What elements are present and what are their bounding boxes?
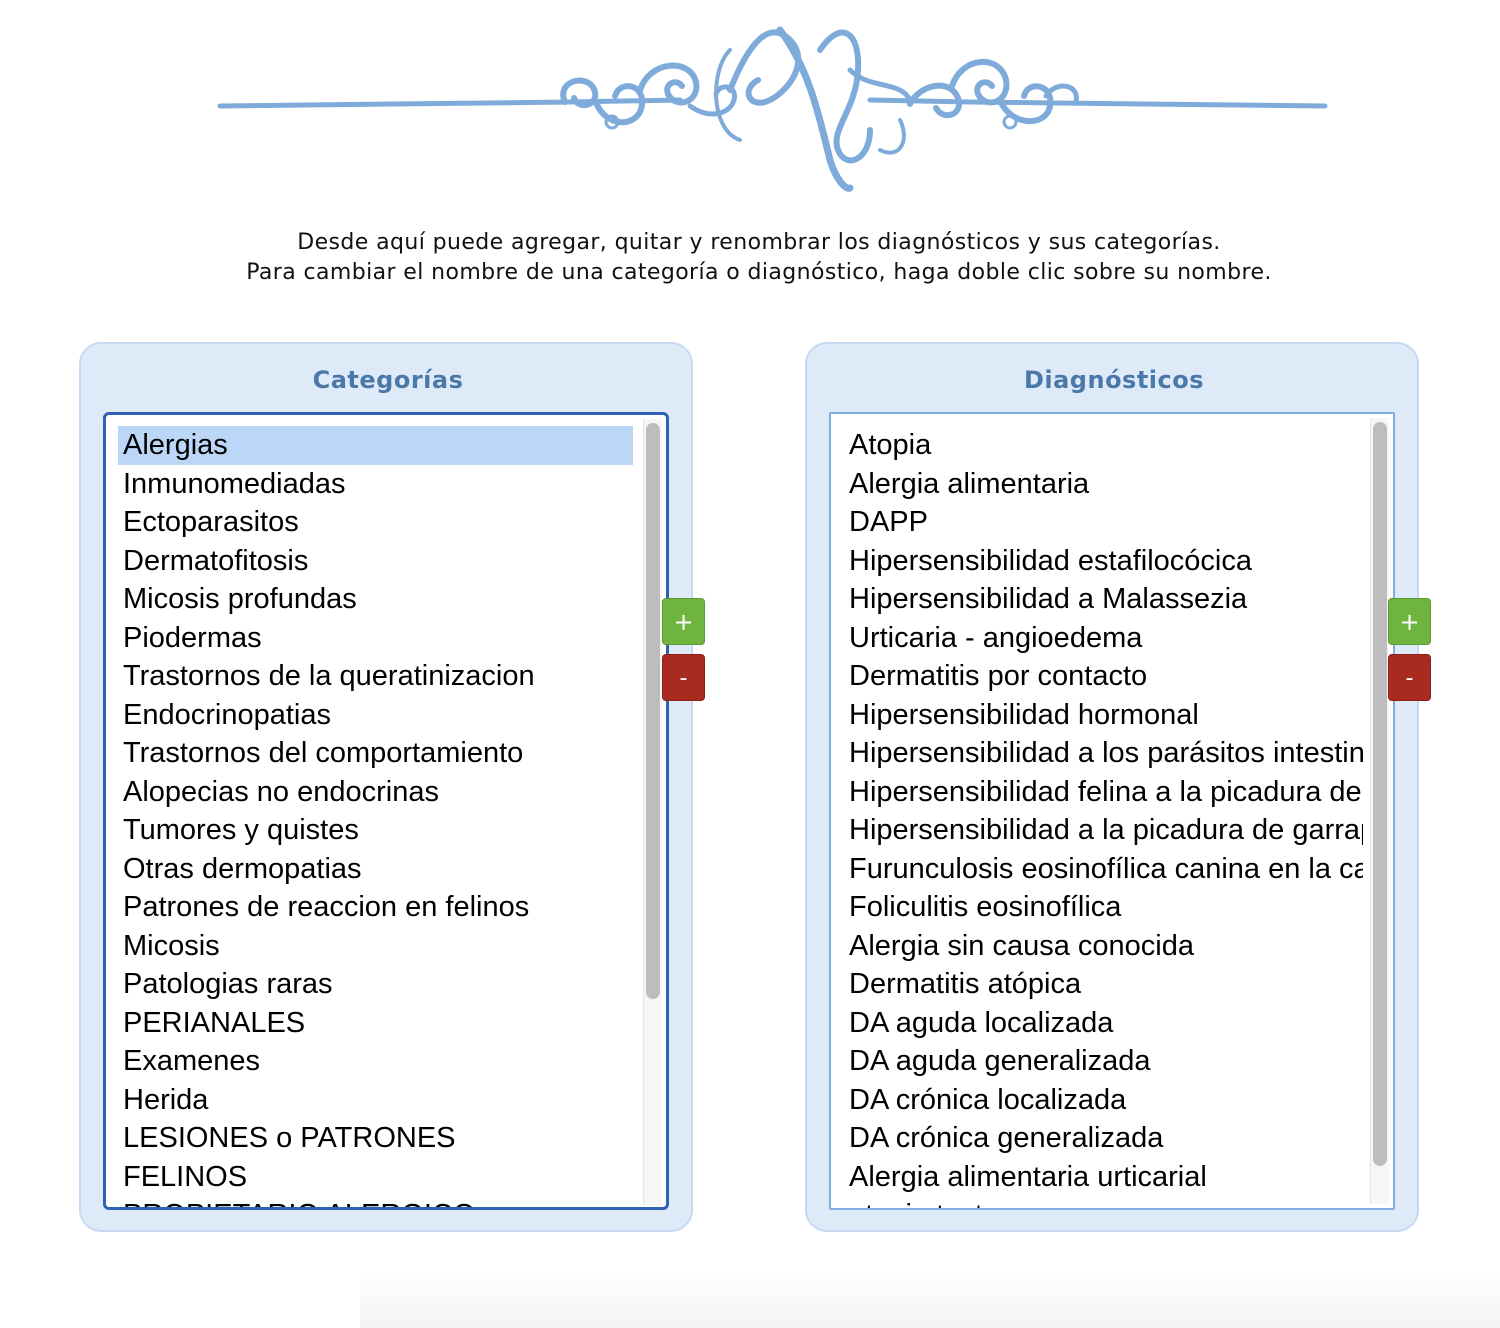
category-option[interactable]: Patrones de reaccion en felinos	[118, 888, 633, 927]
diagnosis-option[interactable]: Alergia alimentaria urticarial	[844, 1158, 1363, 1197]
intro-line-1: Desde aquí puede agregar, quitar y renom…	[297, 230, 1221, 255]
diagnosticos-title: Diagnósticos	[1023, 366, 1205, 394]
categorias-scrollbar[interactable]	[643, 419, 662, 1205]
diagnosticos-panel: Diagnósticos Atopia Alergia alimentaria DA…	[805, 342, 1431, 1232]
category-option[interactable]: Herida	[118, 1081, 633, 1120]
category-option[interactable]: Patologias raras	[118, 965, 633, 1004]
category-option[interactable]: Piodermas	[118, 619, 633, 658]
diagnosis-option[interactable]: Hipersensibilidad estafilocócica	[844, 542, 1363, 581]
category-option[interactable]: Endocrinopatias	[118, 696, 633, 735]
diagnosis-option[interactable]: DA aguda generalizada	[844, 1042, 1363, 1081]
intro-line-2: Para cambiar el nombre de una categoría …	[246, 260, 1272, 285]
category-option[interactable]: Micosis profundas	[118, 580, 633, 619]
category-option[interactable]: Trastornos del comportamiento	[118, 734, 633, 773]
add-category-button[interactable]: +	[662, 598, 705, 645]
category-option[interactable]: Examenes	[118, 1042, 633, 1081]
diagnosis-option[interactable]: atopia test	[844, 1196, 1363, 1208]
diagnosis-option[interactable]: Hipersensibilidad a los parásitos intest…	[844, 734, 1363, 773]
categorias-panel: Categorías Alergias Inmunomediadas Ectopar…	[79, 342, 705, 1232]
categorias-listbox[interactable]: Alergias Inmunomediadas Ectoparasitos Derma…	[103, 412, 669, 1210]
diagnosis-option[interactable]: Foliculitis eosinofílica	[844, 888, 1363, 927]
diagnosis-option[interactable]: DA crónica generalizada	[844, 1119, 1363, 1158]
page-bottom-shade	[360, 1270, 1500, 1328]
decorative-ornament	[217, 26, 1328, 192]
category-option[interactable]: Dermatofitosis	[118, 542, 633, 581]
diagnosticos-listbox[interactable]: Atopia Alergia alimentaria DAPP Hipersensib…	[829, 412, 1395, 1210]
diagnosis-option[interactable]: Dermatitis por contacto	[844, 657, 1363, 696]
diagnosis-option[interactable]: Atopia	[844, 426, 1363, 465]
category-option[interactable]: Tumores y quistes	[118, 811, 633, 850]
diagnosis-option[interactable]: Alergia sin causa conocida	[844, 927, 1363, 966]
categorias-title: Categorías	[312, 366, 464, 394]
remove-diagnosis-button[interactable]: -	[1388, 654, 1431, 701]
diagnosis-option[interactable]: Urticaria - angioedema	[844, 619, 1363, 658]
diagnosis-option[interactable]: Hipersensibilidad a la picadura de garra…	[844, 811, 1363, 850]
diagnosis-option[interactable]: Hipersensibilidad a Malassezia	[844, 580, 1363, 619]
diagnosis-option[interactable]: Dermatitis atópica	[844, 965, 1363, 1004]
remove-category-button[interactable]: -	[662, 654, 705, 701]
diagnosis-option[interactable]: DA aguda localizada	[844, 1004, 1363, 1043]
diagnosticos-scroll-thumb[interactable]	[1373, 422, 1387, 1166]
diagnosis-option[interactable]: Furunculosis eosinofílica canina en la c…	[844, 850, 1363, 889]
category-option[interactable]: Alopecias no endocrinas	[118, 773, 633, 812]
add-diagnosis-button[interactable]: +	[1388, 598, 1431, 645]
category-option[interactable]: PERIANALES	[118, 1004, 633, 1043]
diagnosis-option[interactable]: DAPP	[844, 503, 1363, 542]
diagnosticos-scrollbar[interactable]	[1370, 418, 1389, 1204]
category-option[interactable]: Micosis	[118, 927, 633, 966]
category-option[interactable]: Alergias	[118, 426, 633, 465]
intro-text: Desde aquí puede agregar, quitar y renom…	[0, 228, 1500, 288]
diagnosis-option[interactable]: Alergia alimentaria	[844, 465, 1363, 504]
category-option[interactable]: Trastornos de la queratinizacion	[118, 657, 633, 696]
diagnosis-option[interactable]: Hipersensibilidad hormonal	[844, 696, 1363, 735]
diagnosis-option[interactable]: DA crónica localizada	[844, 1081, 1363, 1120]
category-option[interactable]: LESIONES o PATRONES	[118, 1119, 633, 1158]
category-option[interactable]: Otras dermopatias	[118, 850, 633, 889]
categorias-scroll-thumb[interactable]	[646, 423, 660, 999]
category-option[interactable]: Inmunomediadas	[118, 465, 633, 504]
categorias-list: Alergias Inmunomediadas Ectoparasitos Derma…	[118, 426, 638, 1207]
diagnosticos-list: Atopia Alergia alimentaria DAPP Hipersensib…	[844, 426, 1364, 1208]
category-option[interactable]: FELINOS	[118, 1158, 633, 1197]
diagnosis-option[interactable]: Hipersensibilidad felina a la picadura d…	[844, 773, 1363, 812]
category-option[interactable]: PROPIETARIO ALERGICO	[118, 1196, 633, 1207]
category-option[interactable]: Ectoparasitos	[118, 503, 633, 542]
